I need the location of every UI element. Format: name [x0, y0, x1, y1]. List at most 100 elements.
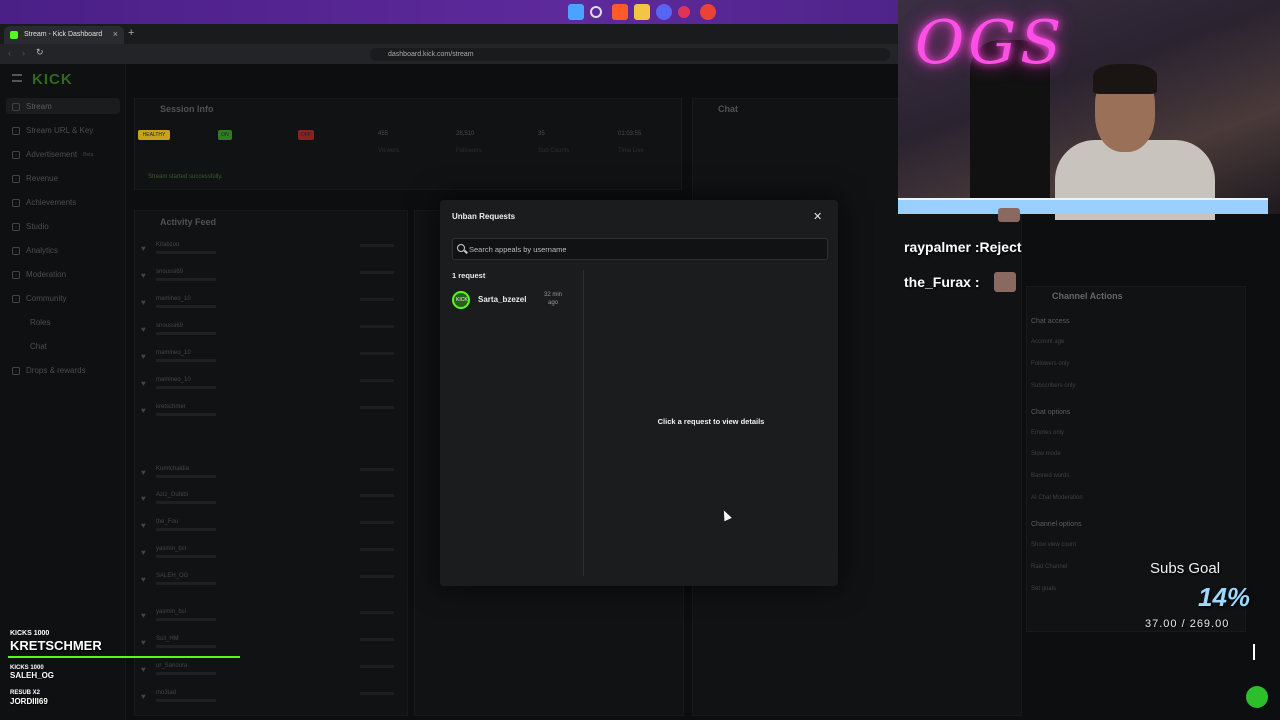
browser-tab[interactable]: Stream - Kick Dashboard ×: [4, 26, 124, 44]
sidebar-item-icon: [12, 270, 20, 279]
overlay-chat-line: raypalmer :Reject: [904, 239, 1022, 255]
channel-action-item[interactable]: Raid Channel: [1031, 564, 1067, 570]
sidebar-item-roles[interactable]: Roles: [30, 318, 50, 327]
subs-goal-percent: 14%: [1198, 582, 1251, 612]
activity-icon: ♥: [141, 406, 146, 415]
forward-icon[interactable]: ›: [22, 48, 25, 58]
activity-subtext: [156, 305, 216, 308]
overlay-chat-user: the_Furax: [904, 274, 971, 290]
channel-action-item[interactable]: Followers only: [1031, 361, 1069, 367]
kick-user: SALEH_OG: [10, 671, 55, 680]
reload-icon[interactable]: ↻: [36, 47, 44, 58]
close-tab-icon[interactable]: ×: [113, 29, 118, 39]
session-stat-label: Time Live: [618, 148, 644, 154]
session-info-title: Session Info: [160, 104, 214, 114]
sidebar-item-moderation[interactable]: Moderation: [12, 270, 66, 279]
close-icon[interactable]: ✕: [813, 210, 822, 223]
activity-subtext: [156, 582, 216, 585]
activity-time: [360, 379, 394, 382]
activity-subtext: [156, 645, 216, 648]
session-status: Stream started successfully.: [148, 174, 223, 180]
channel-action-item[interactable]: Set goals: [1031, 586, 1056, 592]
request-username: Sarta_bzezel: [478, 295, 527, 304]
kick-favicon-icon: [10, 31, 18, 39]
detail-placeholder: Click a request to view details: [657, 417, 765, 426]
activity-icon: ♥: [141, 271, 146, 280]
sidebar-item-analytics[interactable]: Analytics: [12, 246, 58, 255]
back-icon[interactable]: ‹: [8, 48, 11, 58]
kick-user: KRETSCHMER: [10, 638, 102, 653]
sidebar-item-label: Roles: [30, 318, 51, 327]
activity-username: snoussi69: [156, 269, 184, 275]
activity-username: the_Fou: [156, 519, 179, 525]
neon-sign: OGS: [915, 8, 1066, 78]
activity-icon: ♥: [141, 665, 146, 674]
channel-action-item[interactable]: Show view count: [1031, 542, 1076, 548]
partner-badge: ON: [218, 130, 232, 140]
sidebar-item-community[interactable]: Community: [12, 294, 66, 303]
activity-time: [360, 494, 394, 497]
channel-action-item[interactable]: AI Chat Moderation: [1031, 495, 1083, 501]
activity-username: SALEH_OG: [156, 573, 189, 579]
activity-subtext: [156, 475, 216, 478]
activity-time: [360, 692, 394, 695]
sidebar-item-studio[interactable]: Studio: [12, 222, 49, 231]
sidebar-item-stream[interactable]: Stream: [12, 102, 52, 111]
sidebar-item-stream-url-key[interactable]: Stream URL & Key: [12, 126, 93, 135]
activity-time: [360, 298, 394, 301]
sidebar-item-drops-rewards[interactable]: Drops & rewards: [12, 366, 86, 375]
activity-time: [360, 521, 394, 524]
sidebar-item-achievements[interactable]: Achievements: [12, 198, 76, 207]
overlay-chat-line: the_Furax :: [904, 274, 979, 290]
subs-goal-progress: 37.00 / 269.00: [1145, 618, 1230, 630]
session-stat-label: Sub Counts: [538, 148, 570, 154]
sidebar-item-icon: [12, 294, 20, 303]
chrome-icon[interactable]: [700, 4, 716, 20]
app-icon[interactable]: [678, 6, 690, 18]
overlay-chat-message: :Reject: [974, 239, 1022, 255]
activity-time: [360, 638, 394, 641]
sidebar-item-chat[interactable]: Chat: [30, 342, 47, 351]
activity-username: snoussi69: [156, 323, 184, 329]
search-icon[interactable]: [590, 6, 602, 18]
sidebar-item-advertisement[interactable]: Advertisement Beta: [12, 150, 93, 159]
channel-action-item[interactable]: Slow mode: [1031, 451, 1061, 457]
sidebar-item-label: Advertisement: [26, 150, 78, 159]
activity-icon: ♥: [141, 325, 146, 334]
discord-icon[interactable]: [656, 4, 672, 20]
sidebar-item-label: Achievements: [26, 198, 77, 207]
kick-logo: KICK: [32, 71, 73, 88]
sidebar-item-icon: [12, 198, 20, 207]
request-count: 1 request: [452, 271, 486, 280]
channel-action-item[interactable]: Emotes only: [1031, 430, 1064, 436]
address-bar[interactable]: dashboard.kick.com/stream: [370, 48, 890, 61]
session-stat-label: Followers: [456, 148, 482, 154]
channel-action-item[interactable]: Subscribers only: [1031, 383, 1075, 389]
activity-subtext: [156, 413, 216, 416]
overlay-chat-user: raypalmer: [904, 239, 971, 255]
subs-goal-title: Subs Goal: [1150, 560, 1221, 577]
activity-subtext: [156, 386, 216, 389]
sidebar-item-label: Moderation: [26, 270, 67, 279]
activity-subtext: [156, 359, 216, 362]
activity-time: [360, 611, 394, 614]
chat-fab-button[interactable]: [1246, 686, 1268, 708]
sidebar-item-revenue[interactable]: Revenue: [12, 174, 58, 183]
brave-browser-icon[interactable]: [612, 4, 628, 20]
activity-subtext: [156, 501, 216, 504]
activity-username: ur_Sanoura: [156, 663, 188, 669]
session-stat-value: 35: [538, 131, 545, 137]
health-badge: HEALTHY: [138, 130, 170, 140]
sidebar-item-icon: [12, 150, 20, 159]
sidebar-item-label: Studio: [26, 222, 49, 231]
channel-actions-section-title: Chat options: [1031, 409, 1071, 416]
file-explorer-icon[interactable]: [634, 4, 650, 20]
new-tab-button[interactable]: +: [128, 27, 134, 39]
search-appeals-input[interactable]: Search appeals by username: [452, 238, 828, 260]
windows-start-icon[interactable]: [568, 4, 584, 20]
channel-actions-section-title: Chat access: [1031, 318, 1070, 325]
menu-icon[interactable]: [12, 74, 22, 82]
channel-action-item[interactable]: Account age: [1031, 339, 1064, 345]
webcam-frame: [898, 198, 1268, 214]
channel-action-item[interactable]: Banned words: [1031, 473, 1069, 479]
